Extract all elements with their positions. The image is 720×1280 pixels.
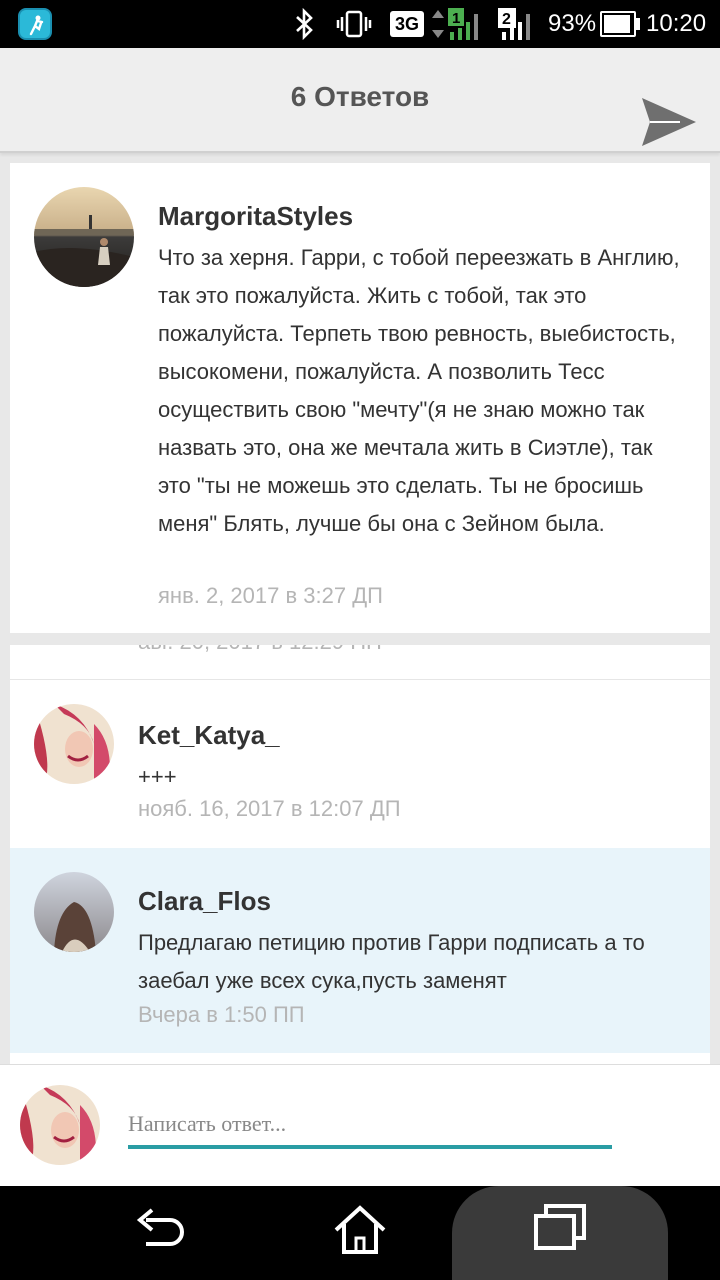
signal-sim2-icon: 2 (498, 8, 530, 40)
replies-list[interactable]: авг. 20, 2017 в 12:29 ПП Ket_Katya_ +++ … (10, 645, 710, 1065)
battery-percent: 93% (548, 10, 597, 37)
comment-username[interactable]: Ket_Katya_ (138, 720, 280, 751)
page-title: 6 Ответов (290, 81, 430, 112)
vibrate-icon (336, 10, 372, 38)
recent-apps-icon[interactable] (532, 1200, 588, 1256)
battery-tip (636, 18, 640, 30)
avatar[interactable] (34, 872, 114, 952)
comment-card-main: MargoritaStyles Что за херня. Гарри, с т… (10, 163, 710, 633)
bluetooth-icon (296, 8, 313, 40)
network-type-badge: 3G (390, 11, 424, 37)
send-icon[interactable] (640, 92, 698, 152)
comment-time: Вчера в 1:50 ПП (138, 1002, 305, 1027)
app-notification-icon (18, 8, 52, 40)
comment-time: янв. 2, 2017 в 3:27 ДП (158, 583, 383, 608)
svg-text:2: 2 (502, 11, 511, 28)
avatar[interactable] (34, 704, 114, 784)
back-icon[interactable] (132, 1200, 188, 1256)
comment-username[interactable]: MargoritaStyles (158, 201, 353, 232)
svg-text:1: 1 (452, 10, 460, 27)
comment-text: Что за херня. Гарри, с тобой переезжать … (158, 245, 680, 536)
comment-text: +++ (138, 764, 177, 789)
list-item-highlighted: Clara_Flos Предлагаю петицию против Гарр… (10, 848, 710, 1053)
comment-time-partial: авг. 20, 2017 в 12:29 ПП (138, 645, 382, 655)
list-item: Ket_Katya_ +++ нояб. 16, 2017 в 12:07 ДП (10, 680, 710, 848)
avatar[interactable] (34, 187, 134, 287)
signal-sim1-icon: 1 (432, 8, 478, 40)
battery-icon (600, 11, 636, 37)
header: 6 Ответов (0, 48, 720, 153)
comment-time: нояб. 16, 2017 в 12:07 ДП (138, 796, 401, 821)
comment-username[interactable]: Clara_Flos (138, 886, 271, 917)
navigation-bar (0, 1186, 720, 1280)
status-bar: 3G 1 2 93% 10:20 (0, 0, 720, 48)
home-icon[interactable] (330, 1200, 390, 1260)
clock: 10:20 (646, 10, 707, 37)
compose-bar (0, 1064, 720, 1186)
current-user-avatar (20, 1085, 100, 1165)
reply-input[interactable] (128, 1109, 612, 1149)
comment-text: Предлагаю петицию против Гарри подписать… (138, 930, 645, 993)
